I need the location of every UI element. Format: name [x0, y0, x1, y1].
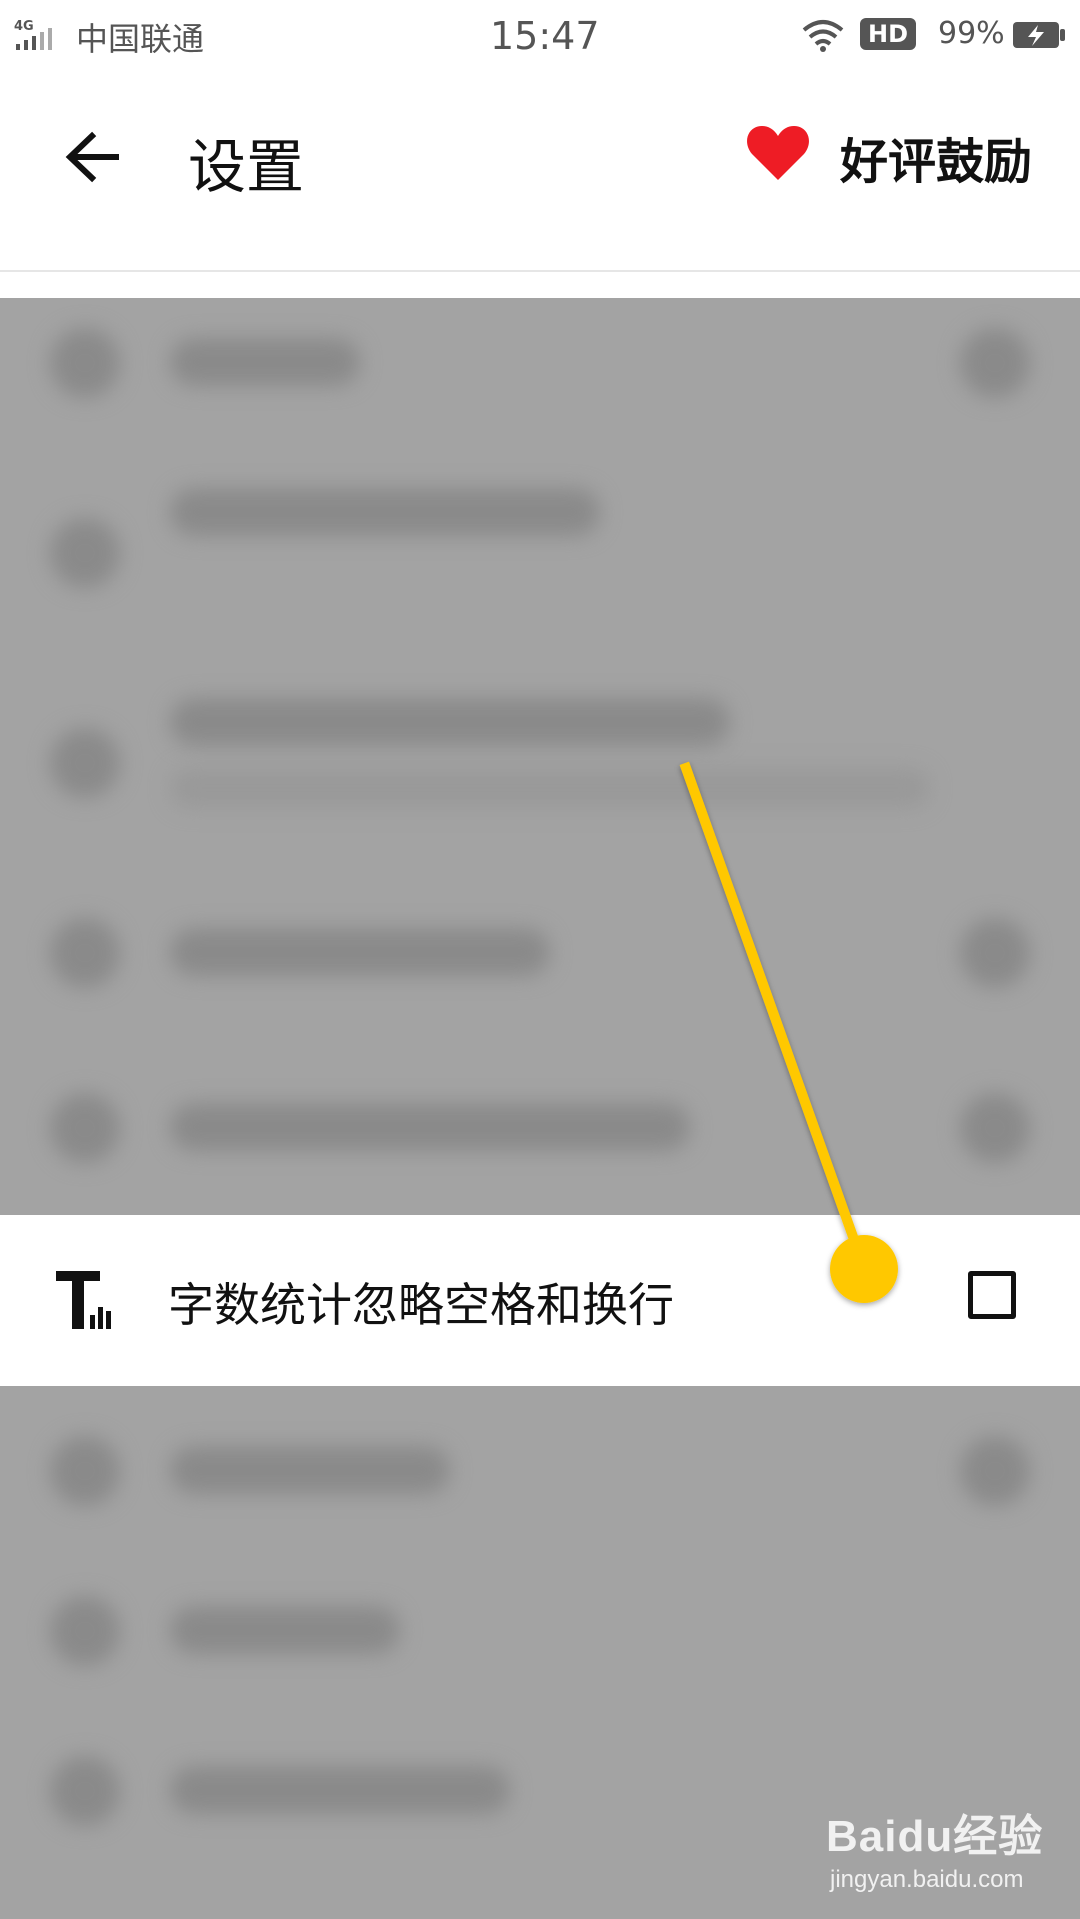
page-title: 设置 — [188, 133, 305, 201]
carrier-label: 中国联通 — [76, 20, 205, 58]
ignore-spaces-setting-row[interactable]: 字数统计忽略空格和换行 — [0, 1215, 1080, 1386]
praise-label: 好评鼓励 — [840, 134, 1033, 190]
praise-button[interactable]: 好评鼓励 — [746, 122, 1046, 194]
clock: 15:47 — [490, 14, 600, 58]
battery-charging-icon — [1013, 22, 1065, 48]
ignore-spaces-label: 字数统计忽略空格和换行 — [168, 1278, 674, 1332]
status-bar: 4G 中国联通 15:47 HD 99% — [0, 0, 1080, 74]
arrow-left-icon — [65, 131, 119, 183]
hd-badge: HD — [860, 18, 916, 50]
watermark-brand: Baidu经验 — [826, 1812, 1044, 1861]
signal-icon: 4G — [14, 19, 52, 50]
watermark-url: jingyan.baidu.com — [830, 1866, 1024, 1893]
text-count-icon — [56, 1271, 111, 1329]
battery-percent: 99% — [938, 16, 1005, 51]
app-header: 设置 好评鼓励 — [0, 74, 1080, 272]
baidu-jingyan-watermark: Baidu经验 jingyan.baidu.com — [826, 1800, 1062, 1900]
wifi-icon — [802, 20, 844, 52]
heart-icon — [747, 126, 809, 180]
back-button[interactable] — [58, 122, 128, 192]
blurred-settings-top — [0, 298, 1080, 1215]
svg-text:4G: 4G — [14, 19, 34, 34]
ignore-spaces-checkbox[interactable] — [968, 1271, 1016, 1319]
